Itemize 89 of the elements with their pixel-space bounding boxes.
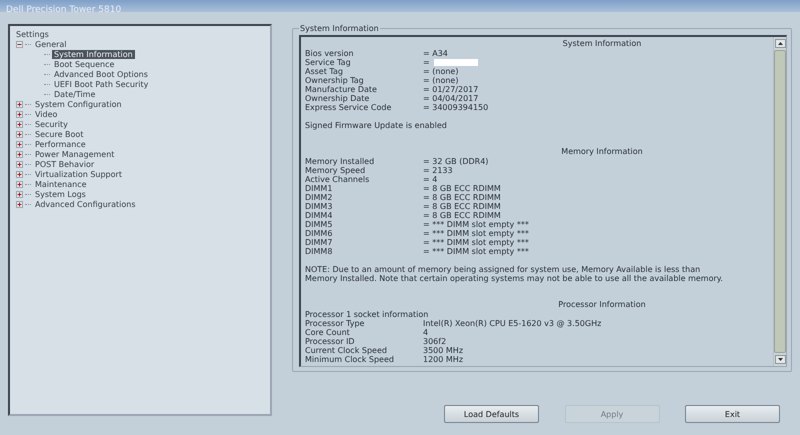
info-label: DIMM5 [305, 220, 334, 228]
tree-item[interactable]: Advanced Boot Options [52, 70, 150, 78]
info-label: Processor Type [305, 318, 366, 328]
tree-item[interactable]: Virtualization Support [33, 170, 124, 178]
info-label: Processor ID [305, 336, 356, 346]
info-value: 3500 MHz [423, 346, 464, 354]
info-label: Active Channels [305, 174, 370, 184]
info-label: Core Count [305, 328, 350, 336]
group-legend: System Information [299, 24, 380, 33]
info-label: Manufacture Date [305, 85, 378, 94]
tree-item[interactable]: Performance [33, 140, 88, 148]
tree-item[interactable]: Date/Time [52, 90, 98, 98]
info-value: = 32 GB (DDR4) [423, 156, 490, 166]
info-label: DIMM1 [305, 184, 334, 192]
section-heading: System Information [562, 39, 642, 49]
info-label: Minimum Clock Speed [305, 354, 395, 364]
dialog-button[interactable]: Load Defaults [444, 405, 539, 423]
expand-icon[interactable] [16, 160, 23, 168]
info-label: Bios version [305, 49, 355, 58]
window-title: Dell Precision Tower 5810 [6, 6, 122, 12]
info-label: DIMM6 [305, 228, 334, 238]
info-value: = 34009394150 [423, 103, 490, 112]
tree-item[interactable]: Maintenance [33, 180, 89, 188]
info-value: 306f2 [423, 336, 448, 346]
info-label: DIMM2 [305, 192, 334, 202]
info-label: DIMM7 [305, 238, 334, 246]
collapse-icon[interactable] [16, 40, 23, 48]
info-note: NOTE: Due to an amount of memory being assigned for system use, Memory Available is less than Memory Installed. Note that certain operating systems may not be able to use all the available memory. [305, 264, 724, 284]
info-value: = *** DIMM slot empty *** [423, 246, 530, 256]
info-value: = 8 GB ECC RDIMM [423, 184, 502, 192]
info-label: DIMM8 [305, 246, 334, 256]
expand-icon[interactable] [16, 110, 23, 118]
info-label: Memory Speed [305, 166, 366, 174]
info-label: Service Tag [305, 58, 352, 67]
info-value: = (none) [423, 76, 460, 85]
info-value: Intel(R) Xeon(R) CPU E5-1620 v3 @ 3.50GHz [423, 318, 602, 328]
redaction-block [434, 59, 478, 66]
info-value: = *** DIMM slot empty *** [423, 238, 530, 246]
info-value: 4 [423, 328, 430, 336]
info-value: = 01/27/2017 [423, 85, 480, 94]
info-value: = (none) [423, 67, 460, 76]
expand-icon[interactable] [16, 150, 23, 158]
info-value: = 8 GB ECC RDIMM [423, 192, 502, 202]
tree-item[interactable]: Boot Sequence [52, 60, 116, 68]
expand-icon[interactable] [16, 180, 23, 188]
info-label: DIMM4 [305, 210, 334, 220]
expand-icon[interactable] [16, 140, 23, 148]
tree-item[interactable]: System Information [52, 50, 135, 58]
expand-icon[interactable] [16, 170, 23, 178]
info-value: = 8 GB ECC RDIMM [423, 202, 502, 210]
expand-icon[interactable] [16, 200, 23, 208]
info-value: = 4 [423, 174, 438, 184]
info-label: Ownership Tag [305, 76, 365, 85]
tree-item[interactable]: System Configuration [33, 100, 124, 108]
expand-icon[interactable] [16, 100, 23, 108]
info-label: Asset Tag [305, 67, 344, 76]
tree-item[interactable]: Security [33, 120, 70, 128]
info-text: Processor 1 socket information [305, 310, 430, 318]
info-value: = *** DIMM slot empty *** [423, 228, 530, 238]
expand-icon[interactable] [16, 120, 23, 128]
section-heading: Memory Information [560, 146, 644, 156]
tree-item[interactable]: POST Behavior [33, 160, 96, 168]
info-label: Express Service Code [305, 103, 392, 112]
info-value: = A34 [423, 49, 449, 58]
info-value: 1200 MHz [423, 354, 464, 364]
section-heading: Processor Information [557, 300, 647, 310]
expand-icon[interactable] [16, 190, 23, 198]
tree-item[interactable]: System Logs [33, 190, 88, 198]
info-label: Ownership Date [305, 94, 370, 103]
info-note: Signed Firmware Update is enabled [305, 121, 448, 130]
info-label: Memory Installed [305, 156, 376, 166]
expand-icon[interactable] [16, 130, 23, 138]
tree-item[interactable]: Video [33, 110, 60, 118]
info-label: DIMM3 [305, 202, 334, 210]
tree-item[interactable]: Power Management [33, 150, 116, 158]
info-value: = [423, 58, 430, 67]
info-value: = 04/04/2017 [423, 94, 480, 103]
tree-item[interactable]: UEFI Boot Path Security [52, 80, 150, 88]
info-label: Current Clock Speed [305, 346, 388, 354]
scroll-up-icon[interactable] [774, 39, 786, 48]
info-value: = 8 GB ECC RDIMM [423, 210, 502, 220]
tree-item[interactable]: Secure Boot [33, 130, 86, 138]
scroll-down-icon[interactable] [774, 354, 786, 364]
tree-root: Settings [15, 30, 50, 38]
info-value: = *** DIMM slot empty *** [423, 220, 530, 228]
dialog-button[interactable]: Exit [685, 405, 780, 423]
tree-item[interactable]: Advanced Configurations [33, 200, 138, 208]
tree-item[interactable]: General [33, 40, 69, 48]
info-value: = 2133 [423, 166, 454, 174]
